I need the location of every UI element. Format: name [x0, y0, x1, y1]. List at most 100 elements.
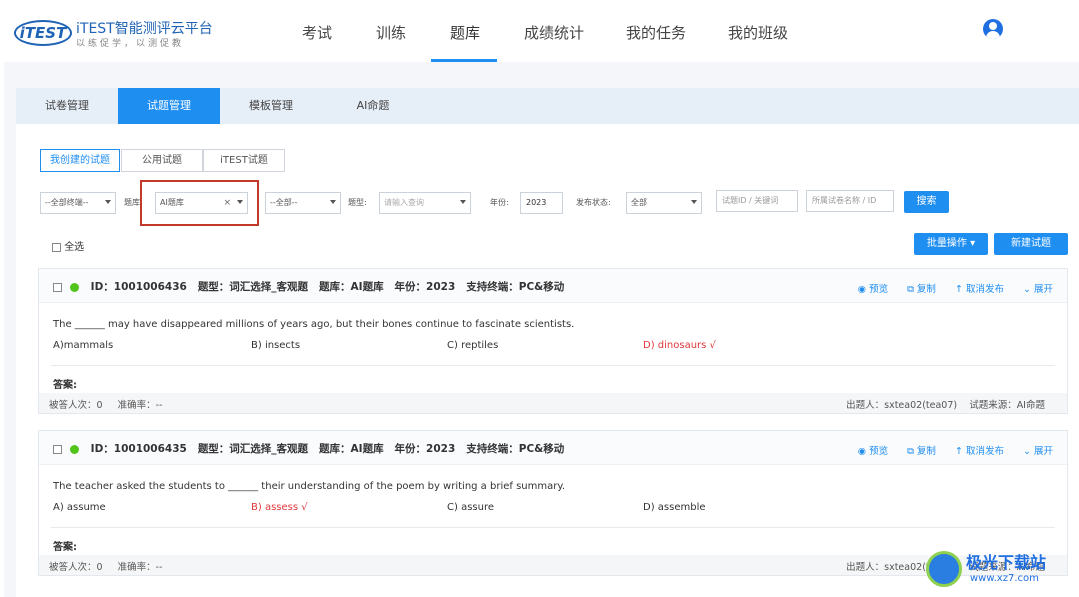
question-stem: The teacher asked the students to ______…	[53, 481, 566, 492]
logo-mark: iTEST	[14, 20, 72, 46]
question-card-footer: 被答人次：0 准确率：-- 出题人：sxtea02(tea07) 试题来源：AI…	[39, 555, 1067, 575]
expand-button[interactable]: ⌄ 展开	[1023, 446, 1053, 457]
logo[interactable]: iTEST iTEST智能测评云平台 以练促学，以测促教	[14, 14, 213, 50]
answer-label: 答案:	[53, 542, 77, 553]
option-b[interactable]: B) assess √	[251, 502, 308, 513]
copy-label: 复制	[916, 284, 936, 295]
question-year: 年份：2023	[394, 443, 456, 455]
divider	[51, 365, 1055, 366]
question-card: ID：1001006436 题型：词汇选择_客观题 题库：AI题库 年份：202…	[38, 268, 1068, 414]
nav-my-classes[interactable]: 我的班级	[728, 22, 788, 43]
id-keyword-input[interactable]: 试题ID / 关键词	[716, 190, 798, 212]
tab-ai-questions[interactable]: AI命题	[322, 88, 424, 124]
accuracy: 准确率：--	[117, 562, 163, 573]
question-type: 题型：词汇选择_客观题	[197, 281, 309, 293]
copy-icon: ⧉	[907, 284, 917, 295]
option-d[interactable]: D) dinosaurs √	[643, 340, 716, 351]
question-info: ID：1001006435 题型：词汇选择_客观题 题库：AI题库 年份：202…	[53, 441, 564, 456]
year-label: 年份:	[490, 198, 509, 207]
option-b[interactable]: B) insects	[251, 340, 300, 351]
category-select-value: --全部--	[270, 198, 298, 207]
question-stem: The ______ may have disappeared millions…	[53, 319, 575, 330]
status-select[interactable]: 全部	[626, 192, 702, 214]
nav-question-bank[interactable]: 题库	[450, 22, 480, 43]
chevron-down-icon	[105, 200, 111, 204]
user-avatar-icon[interactable]	[983, 19, 1003, 39]
check-circle-icon	[70, 282, 79, 292]
question-checkbox[interactable]	[53, 282, 62, 292]
select-all[interactable]: 全选	[52, 238, 84, 253]
chevron-down-icon	[330, 200, 336, 204]
preview-label: 预览	[869, 446, 889, 457]
option-d[interactable]: D) assemble	[643, 502, 706, 513]
copy-button[interactable]: ⧉ 复制	[907, 446, 936, 457]
option-c[interactable]: C) reptiles	[447, 340, 498, 351]
preview-button[interactable]: ◉ 预览	[858, 446, 888, 457]
batch-operation-button[interactable]: 批量操作 ▾	[914, 233, 988, 255]
preview-label: 预览	[869, 284, 889, 295]
logo-name: iTEST智能测评云平台	[76, 21, 213, 37]
select-all-checkbox[interactable]	[52, 242, 61, 252]
answer-label: 答案:	[53, 380, 77, 391]
question-author: 出题人：sxtea02(tea07)	[846, 400, 958, 411]
copy-icon: ⧉	[907, 446, 917, 457]
question-meta: 出题人：sxtea02(tea07) 试题来源：AI命题	[846, 397, 1045, 411]
select-all-label: 全选	[64, 242, 85, 253]
chevron-down-icon	[691, 200, 697, 204]
type-select[interactable]: 请输入查询	[379, 192, 471, 214]
question-info: ID：1001006436 题型：词汇选择_客观题 题库：AI题库 年份：202…	[53, 279, 564, 294]
option-c[interactable]: C) assure	[447, 502, 494, 513]
question-card-footer: 被答人次：0 准确率：-- 出题人：sxtea02(tea07) 试题来源：AI…	[39, 393, 1067, 413]
preview-button[interactable]: ◉ 预览	[858, 284, 888, 295]
terminal-select-value: --全部终端--	[45, 198, 89, 207]
top-nav: iTEST iTEST智能测评云平台 以练促学，以测促教 考试 训练 题库 成绩…	[0, 0, 1079, 62]
tab-paper-management[interactable]: 试卷管理	[16, 88, 118, 124]
nav-exam[interactable]: 考试	[302, 22, 332, 43]
answered-count: 被答人次：0	[49, 400, 103, 411]
question-card-header: ID：1001006436 题型：词汇选择_客观题 题库：AI题库 年份：202…	[39, 269, 1067, 303]
type-label: 题型:	[348, 198, 367, 207]
bank-label: 题库	[124, 198, 140, 207]
copy-button[interactable]: ⧉ 复制	[907, 284, 936, 295]
unpublish-label: 取消发布	[965, 284, 1004, 295]
watermark-logo-icon	[926, 551, 962, 587]
divider	[51, 527, 1055, 528]
eye-icon: ◉	[857, 446, 870, 457]
question-terminal: 支持终端：PC&移动	[466, 443, 565, 455]
category-select[interactable]: --全部--	[265, 192, 341, 214]
subtab-my-questions[interactable]: 我创建的试题	[40, 149, 120, 172]
option-a[interactable]: A) assume	[53, 502, 106, 513]
watermark: 极光下载站 www.xz7.com	[926, 545, 1076, 595]
expand-label: 展开	[1033, 446, 1053, 457]
chevron-down-icon	[460, 200, 466, 204]
watermark-title: 极光下载站	[966, 553, 1047, 572]
nav-my-tasks[interactable]: 我的任务	[626, 22, 686, 43]
chevron-down-icon: ⌄	[1023, 284, 1034, 295]
option-a[interactable]: A)mammals	[53, 340, 113, 351]
tab-question-management[interactable]: 试题管理	[118, 88, 220, 124]
subtab-public-questions[interactable]: 公用试题	[121, 149, 203, 172]
logo-slogan: 以练促学，以测促教	[76, 39, 185, 49]
chevron-down-icon: ⌄	[1023, 446, 1034, 457]
question-checkbox[interactable]	[53, 444, 62, 454]
annotation-highlight-box	[140, 180, 259, 226]
unpublish-label: 取消发布	[965, 446, 1004, 457]
question-terminal: 支持终端：PC&移动	[466, 281, 565, 293]
status-label: 发布状态:	[576, 198, 611, 207]
question-bank: 题库：AI题库	[319, 281, 384, 293]
new-question-button[interactable]: 新建试题	[994, 233, 1068, 255]
question-actions: ◉ 预览 ⧉ 复制 ↑ 取消发布 ⌄ 展开	[842, 443, 1053, 457]
question-id: ID：1001006436	[90, 281, 187, 293]
question-card: ID：1001006435 题型：词汇选择_客观题 题库：AI题库 年份：202…	[38, 430, 1068, 576]
unpublish-button[interactable]: ↑ 取消发布	[955, 284, 1004, 295]
expand-button[interactable]: ⌄ 展开	[1023, 284, 1053, 295]
nav-training[interactable]: 训练	[376, 22, 406, 43]
nav-score-stats[interactable]: 成绩统计	[524, 22, 584, 43]
subtab-itest-questions[interactable]: iTEST试题	[203, 149, 285, 172]
terminal-select[interactable]: --全部终端--	[40, 192, 116, 214]
unpublish-button[interactable]: ↑ 取消发布	[955, 446, 1004, 457]
year-input[interactable]: 2023	[520, 192, 563, 214]
search-button[interactable]: 搜索	[904, 191, 949, 213]
paper-name-input[interactable]: 所属试卷名称 / ID	[806, 190, 894, 212]
tab-template-management[interactable]: 模板管理	[220, 88, 322, 124]
